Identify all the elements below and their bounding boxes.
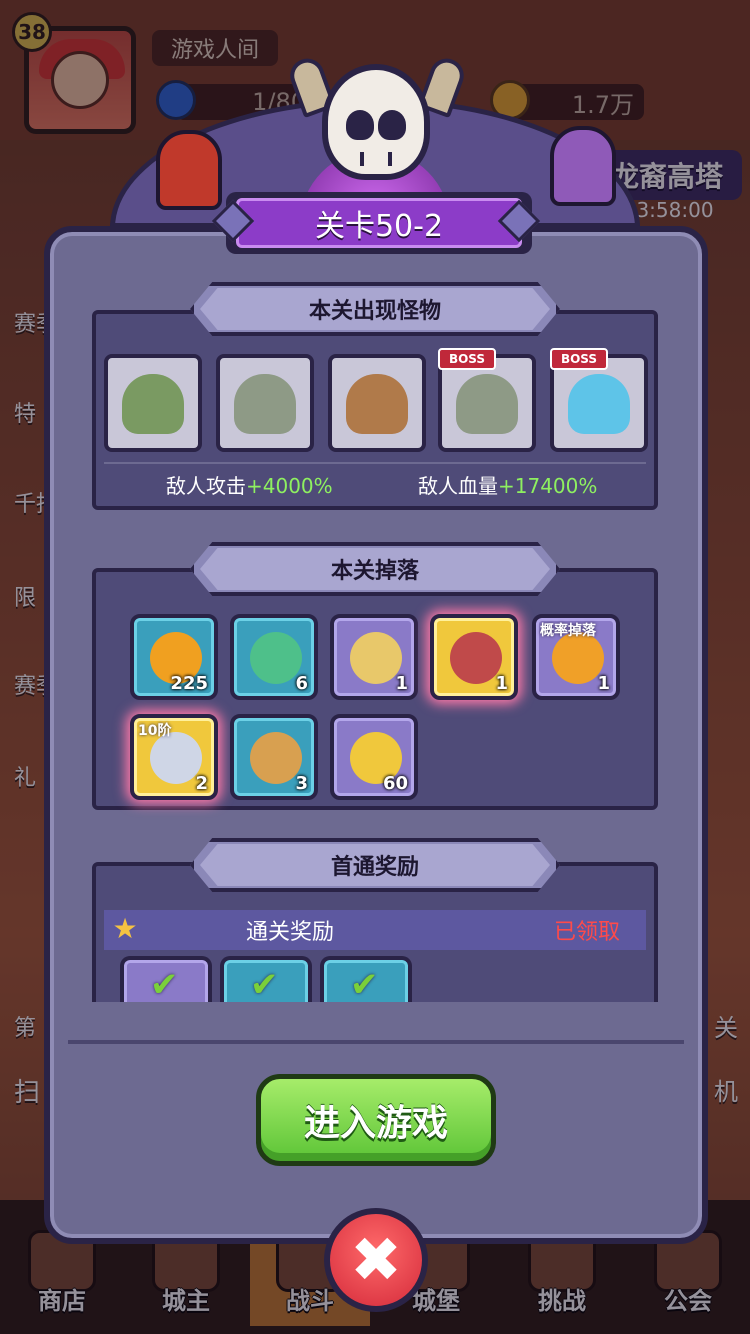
drop-quantity: 6: [295, 673, 308, 694]
enemy-hp-value: +17400%: [498, 474, 598, 498]
monster-card[interactable]: BOSS: [438, 348, 536, 452]
skull-teeth: [360, 152, 392, 166]
drop-item-puzzle-piece[interactable]: 60: [330, 714, 418, 800]
section-divider: [104, 462, 646, 464]
checkmark-icon: ✔: [350, 965, 379, 1005]
clear-reward-title: 通关奖励: [246, 920, 335, 945]
drop-item-random-gems[interactable]: 1: [430, 614, 518, 700]
enemy-attack-label: 敌人攻击: [166, 474, 246, 498]
drop-item-crown-ticket[interactable]: 1: [330, 614, 418, 700]
stage-title: 关卡50-2: [236, 198, 522, 248]
drop-quantity: 3: [295, 773, 308, 794]
monster-card[interactable]: [104, 354, 202, 452]
armored-knight-icon: [346, 374, 408, 434]
drop-item-fire-crystal[interactable]: 概率掉落 1: [532, 614, 620, 700]
goblin-npc: [550, 126, 616, 206]
drop-quantity: 1: [395, 673, 408, 694]
drop-item-gold-coin[interactable]: 225: [130, 614, 218, 700]
enemy-attack-value: +4000%: [246, 474, 333, 498]
drop-tag: 10阶: [138, 723, 172, 739]
drop-quantity: 60: [382, 773, 408, 794]
boss-tag: BOSS: [438, 348, 496, 370]
claimed-reward-item[interactable]: ✔: [120, 956, 212, 1008]
skull-eye-left: [346, 110, 374, 140]
ice-elemental-boss-icon: [568, 374, 630, 434]
claimed-reward-item[interactable]: ✔: [220, 956, 312, 1008]
hooded-npc: [156, 130, 222, 210]
stone-golem-icon: [234, 374, 296, 434]
stone-golem-boss-icon: [456, 374, 518, 434]
monster-card[interactable]: BOSS: [550, 348, 648, 452]
green-goblin-icon: [122, 374, 184, 434]
drop-quantity: 1: [495, 673, 508, 694]
enemy-attack-stat: 敌人攻击+4000%: [166, 470, 333, 499]
drop-quantity: 2: [195, 773, 208, 794]
drop-tag: 概率掉落: [540, 623, 596, 639]
claimed-reward-item[interactable]: ✔: [320, 956, 412, 1008]
drops-header: 本关掉落: [190, 542, 560, 596]
enemy-hp-label: 敌人血量: [418, 474, 498, 498]
drop-quantity: 1: [597, 673, 610, 694]
enemy-hp-stat: 敌人血量+17400%: [418, 470, 597, 499]
scroll-clip: [92, 1002, 658, 1042]
drop-item-mystery-scroll[interactable]: 3: [230, 714, 318, 800]
drop-quantity: 225: [170, 673, 208, 694]
monsters-header-label: 本关出现怪物: [308, 299, 441, 324]
enter-game-button[interactable]: 进入游戏: [256, 1074, 496, 1166]
monster-card[interactable]: [328, 354, 426, 452]
monsters-header: 本关出现怪物: [190, 282, 560, 336]
drop-item-treasure-chest[interactable]: 10阶 2: [130, 714, 218, 800]
checkmark-icon: ✔: [150, 965, 179, 1005]
first-clear-header-label: 首通奖励: [330, 855, 419, 880]
skull-icon: [322, 64, 430, 180]
close-button[interactable]: ✖: [324, 1208, 428, 1312]
checkmark-icon: ✔: [250, 965, 279, 1005]
claimed-status: 已领取: [554, 920, 621, 945]
boss-tag: BOSS: [550, 348, 608, 370]
panel-divider: [68, 1040, 684, 1044]
close-icon: ✖: [350, 1223, 402, 1296]
monster-card[interactable]: [216, 354, 314, 452]
drop-item-exp[interactable]: 6: [230, 614, 318, 700]
skull-eye-right: [378, 110, 406, 140]
first-clear-header: 首通奖励: [190, 838, 560, 892]
star-icon: ★: [112, 912, 138, 945]
drops-header-label: 本关掉落: [330, 559, 419, 584]
